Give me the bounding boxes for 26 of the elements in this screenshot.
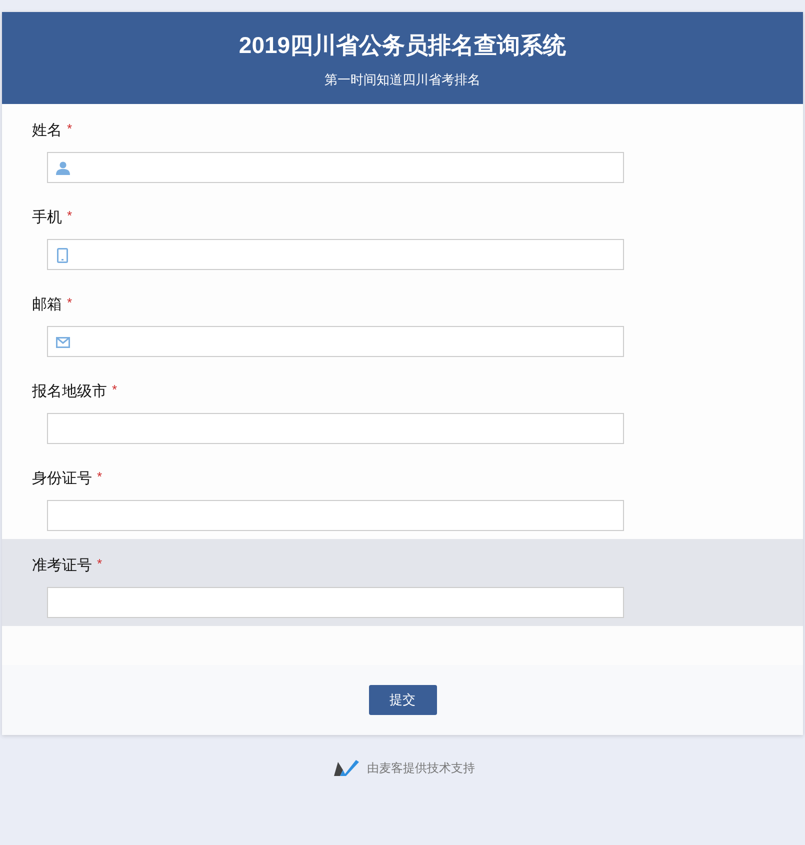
field-label: 邮箱 <box>32 295 62 315</box>
mail-icon <box>56 337 70 348</box>
logo-icon <box>334 760 359 776</box>
footer-credit: 由麦客提供技术支持 <box>367 760 475 777</box>
field-label: 手机 <box>32 208 62 228</box>
input-field[interactable] <box>47 152 624 183</box>
page-title: 2019四川省公务员排名查询系统 <box>238 31 566 60</box>
required-mark: * <box>97 556 102 572</box>
submit-button[interactable]: 提交 <box>368 685 436 715</box>
field-label: 身份证号 <box>32 469 92 489</box>
required-mark: * <box>97 469 102 485</box>
input-field[interactable] <box>47 587 624 618</box>
field-label: 准考证号 <box>32 556 92 576</box>
field-label: 报名地级市 <box>32 382 107 402</box>
phone-icon <box>57 248 68 263</box>
field-label: 姓名 <box>32 121 62 141</box>
input-field[interactable] <box>47 326 624 357</box>
required-mark: * <box>67 208 72 224</box>
input-field[interactable] <box>47 413 624 444</box>
required-mark: * <box>67 295 72 311</box>
required-mark: * <box>67 121 72 137</box>
required-mark: * <box>112 382 118 398</box>
input-field[interactable] <box>47 239 624 270</box>
input-field[interactable] <box>47 500 624 531</box>
page-subtitle: 第一时间知道四川省考排名 <box>324 71 480 89</box>
person-icon <box>56 161 70 175</box>
